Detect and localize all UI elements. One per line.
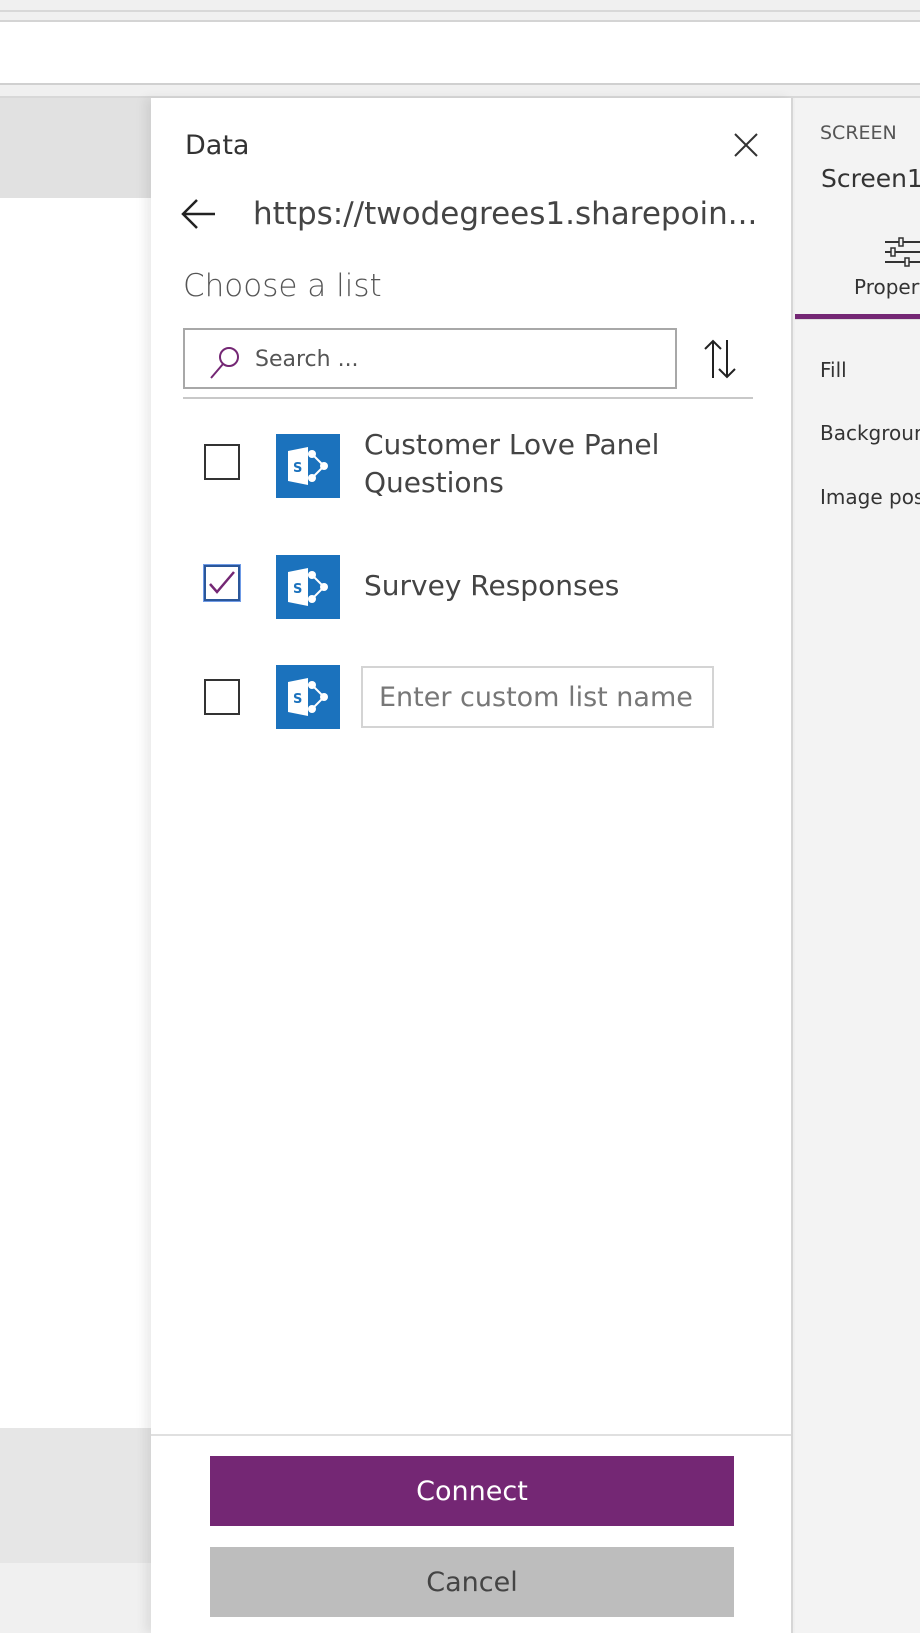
close-icon[interactable] bbox=[731, 130, 761, 160]
list-checkbox[interactable] bbox=[204, 444, 240, 480]
canvas-footer bbox=[0, 1428, 151, 1563]
list-name-line: Questions bbox=[364, 466, 504, 499]
custom-list-checkbox[interactable] bbox=[204, 679, 240, 715]
svg-text:S: S bbox=[293, 692, 302, 707]
connect-button[interactable]: Connect bbox=[210, 1456, 734, 1526]
back-arrow-icon[interactable] bbox=[179, 196, 219, 232]
cancel-button[interactable]: Cancel bbox=[210, 1547, 734, 1617]
data-panel: Data https://twodegrees1.sharepoin... Ch… bbox=[151, 98, 793, 1633]
properties-icon bbox=[885, 236, 920, 272]
svg-text:S: S bbox=[293, 461, 302, 476]
tab-properties[interactable]: Properties bbox=[854, 275, 920, 299]
sharepoint-icon: S bbox=[276, 555, 340, 619]
search-box[interactable] bbox=[183, 328, 677, 389]
search-icon bbox=[210, 347, 239, 379]
site-url: https://twodegrees1.sharepoin... bbox=[253, 196, 758, 232]
panel-title: Data bbox=[185, 130, 250, 161]
status-bar bbox=[0, 1563, 151, 1633]
sharepoint-icon: S bbox=[276, 434, 340, 498]
svg-text:S: S bbox=[293, 582, 302, 597]
search-input[interactable] bbox=[255, 340, 655, 378]
properties-pane: SCREEN Screen1 Properties Fill Backgroun… bbox=[795, 98, 920, 1633]
choose-list-heading: Choose a list bbox=[183, 268, 382, 304]
canvas-header bbox=[0, 98, 151, 198]
custom-list-name-input[interactable] bbox=[361, 666, 714, 728]
list-checkbox-checked[interactable] bbox=[204, 565, 240, 601]
property-background-image: Background image bbox=[820, 421, 920, 445]
divider bbox=[183, 397, 753, 399]
screen-name[interactable]: Screen1 bbox=[821, 164, 920, 193]
canvas-area bbox=[0, 98, 151, 1633]
sharepoint-icon: S bbox=[276, 665, 340, 729]
list-name: Customer Love Panel Questions bbox=[364, 426, 659, 502]
list-name-line: Customer Love Panel bbox=[364, 428, 660, 461]
list-name: Survey Responses bbox=[364, 569, 620, 602]
section-label: SCREEN bbox=[820, 122, 897, 144]
divider bbox=[795, 319, 920, 320]
property-fill: Fill bbox=[820, 358, 847, 382]
checkmark-icon bbox=[209, 571, 235, 594]
property-image-position: Image position bbox=[820, 485, 920, 509]
ribbon bbox=[0, 22, 920, 85]
divider bbox=[0, 10, 920, 12]
divider bbox=[151, 1434, 791, 1436]
sort-icon[interactable] bbox=[701, 338, 739, 380]
formula-bar bbox=[0, 85, 920, 98]
